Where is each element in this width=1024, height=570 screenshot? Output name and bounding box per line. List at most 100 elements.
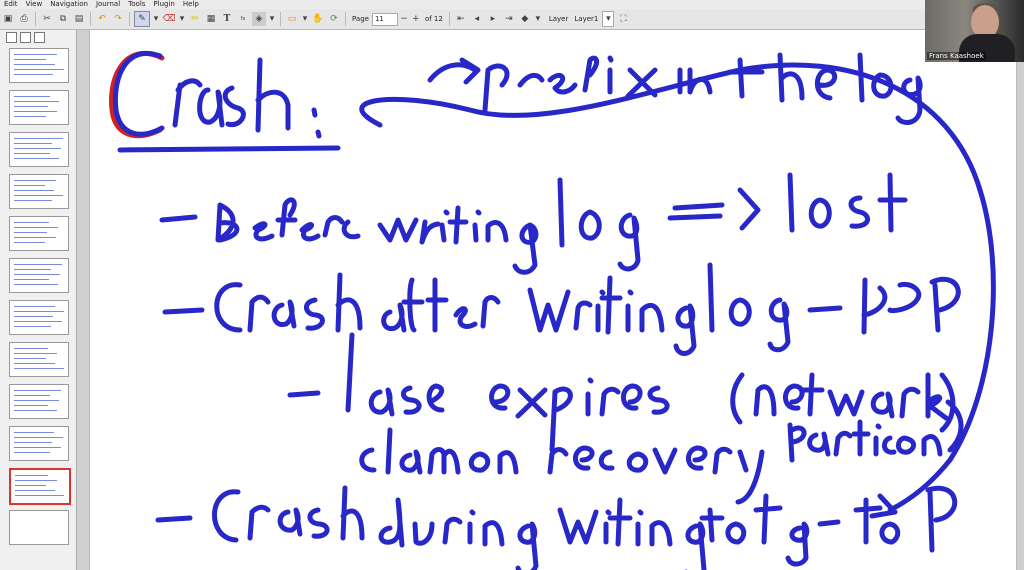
page-label: Page	[352, 15, 369, 23]
chevron-down-icon[interactable]: ▾	[602, 11, 615, 27]
page-thumbnail[interactable]	[9, 300, 69, 335]
chevron-down-icon[interactable]: ▾	[301, 12, 309, 26]
thumbnail-scribble	[14, 180, 56, 181]
page-thumbnail[interactable]	[9, 510, 69, 545]
refresh-icon[interactable]: ⟳	[327, 12, 341, 26]
toolbar: ▣ ⎙ ✂ ⧉ ▤ ↶ ↷ ✎ ▾ ⌫ ▾ ✏ ▦ T fx ◈ ▾ ▭ ▾ ✋…	[0, 9, 1024, 30]
page-thumbnail[interactable]	[9, 384, 69, 419]
thumbnail-scribble	[14, 185, 45, 186]
toolbar-divider	[280, 12, 281, 26]
menu-bar: Edit View Navigation Journal Tools Plugi…	[0, 0, 1024, 9]
print-icon[interactable]: ⎙	[17, 12, 31, 26]
thumbnail-scribble	[14, 264, 62, 265]
bookmark-icon[interactable]: ◆	[518, 12, 532, 26]
layer-select[interactable]: Layer1	[574, 15, 598, 23]
video-call-tile[interactable]: Frans Kaashoek	[925, 0, 1024, 62]
thumbnail-scribble	[14, 405, 48, 406]
chevron-down-icon[interactable]: ▾	[178, 12, 186, 26]
menu-journal[interactable]: Journal	[96, 0, 120, 9]
thumbnail-scribble	[14, 410, 57, 411]
thumbnail-scribble	[15, 485, 46, 486]
thumbnail-scribble	[14, 306, 55, 307]
paste-icon[interactable]: ▤	[72, 12, 86, 26]
thumbnail-scribble	[15, 475, 48, 476]
last-page-icon[interactable]: ⇥	[502, 12, 516, 26]
save-icon[interactable]: ▣	[1, 12, 15, 26]
tab-pages-icon[interactable]	[6, 32, 17, 43]
menu-edit[interactable]: Edit	[4, 0, 18, 9]
page-thumbnail[interactable]	[9, 216, 69, 251]
thumbnail-scribble	[14, 232, 47, 233]
redo-icon[interactable]: ↷	[111, 12, 125, 26]
crash-title-underline	[117, 145, 341, 153]
thumbnail-scribble	[14, 59, 46, 60]
thumbnail-scribble	[14, 101, 59, 102]
page-thumbnail[interactable]	[9, 132, 69, 167]
line1-dash	[159, 214, 198, 223]
undo-icon[interactable]: ↶	[95, 12, 109, 26]
page-thumbnail[interactable]	[9, 258, 69, 293]
page-number-input[interactable]: 11	[371, 12, 398, 26]
menu-help[interactable]: Help	[183, 0, 199, 9]
select-rect-icon[interactable]: ▭	[285, 12, 299, 26]
menu-tools[interactable]: Tools	[128, 0, 145, 9]
thumbnail-scribble	[14, 348, 48, 349]
page-thumbnail[interactable]	[9, 468, 71, 505]
previous-page-icon[interactable]: ◂	[470, 12, 484, 26]
shape-icon[interactable]: ◈	[252, 12, 266, 26]
menu-plugin[interactable]: Plugin	[153, 0, 174, 9]
toolbar-divider	[90, 12, 91, 26]
menu-view[interactable]: View	[26, 0, 43, 9]
first-page-icon[interactable]: ⇤	[454, 12, 468, 26]
thumbnail-scribble	[14, 64, 55, 65]
minus-icon[interactable]: −	[399, 12, 409, 26]
tab-preview-icon[interactable]	[20, 32, 31, 43]
page-thumbnail[interactable]	[9, 426, 69, 461]
latex-icon[interactable]: fx	[236, 12, 250, 26]
copy-icon[interactable]: ⧉	[56, 12, 70, 26]
handwritten-notes	[109, 50, 996, 570]
line1-lost	[787, 172, 908, 233]
line1-log	[557, 177, 641, 272]
thumbnail-scribble	[14, 274, 60, 275]
toolbar-divider	[345, 12, 346, 26]
tab-layers-icon[interactable]	[34, 32, 45, 43]
page-count: of 12	[424, 15, 443, 23]
journal-page[interactable]	[89, 30, 1017, 570]
text-icon[interactable]: T	[220, 12, 234, 26]
hand-icon[interactable]: ✋	[311, 12, 325, 26]
chevron-down-icon[interactable]: ▾	[268, 12, 276, 26]
thumbnail-scribble	[14, 316, 53, 317]
plus-icon[interactable]: +	[411, 12, 421, 26]
thumbnail-scribble	[15, 495, 64, 496]
thumbnail-scribble	[14, 353, 57, 354]
menu-navigation[interactable]: Navigation	[50, 0, 88, 9]
thumbnail-scribble	[14, 227, 58, 228]
eraser-icon[interactable]: ⌫	[162, 12, 176, 26]
chevron-down-icon[interactable]: ▾	[534, 12, 542, 26]
layer-label: Layer	[548, 15, 569, 23]
toolbar-divider	[129, 12, 130, 26]
chevron-down-icon[interactable]: ▾	[152, 12, 160, 26]
thumbnail-scribble	[14, 363, 55, 364]
line2-text	[214, 272, 697, 356]
cut-icon[interactable]: ✂	[40, 12, 54, 26]
highlighter-icon[interactable]: ✏	[188, 12, 202, 26]
toolbar-divider	[35, 12, 36, 26]
page-thumbnail-sidebar	[0, 30, 77, 570]
image-icon[interactable]: ▦	[204, 12, 218, 26]
fullscreen-icon[interactable]: ⛶	[616, 12, 630, 26]
thumbnail-scribble	[14, 447, 61, 448]
crash-title-c	[112, 50, 165, 137]
thumbnail-scribble	[14, 311, 64, 312]
page-thumbnail[interactable]	[9, 174, 69, 209]
thumbnail-scribble	[15, 480, 57, 481]
pen-icon[interactable]: ✎	[134, 11, 150, 27]
next-page-icon[interactable]: ▸	[486, 12, 500, 26]
line3-network-partition	[730, 372, 964, 463]
page-thumbnail[interactable]	[9, 90, 69, 125]
page-thumbnail[interactable]	[9, 48, 69, 83]
page-thumbnail[interactable]	[9, 342, 69, 377]
sidebar-tabs	[0, 30, 76, 46]
thumbnail-scribble	[14, 321, 62, 322]
